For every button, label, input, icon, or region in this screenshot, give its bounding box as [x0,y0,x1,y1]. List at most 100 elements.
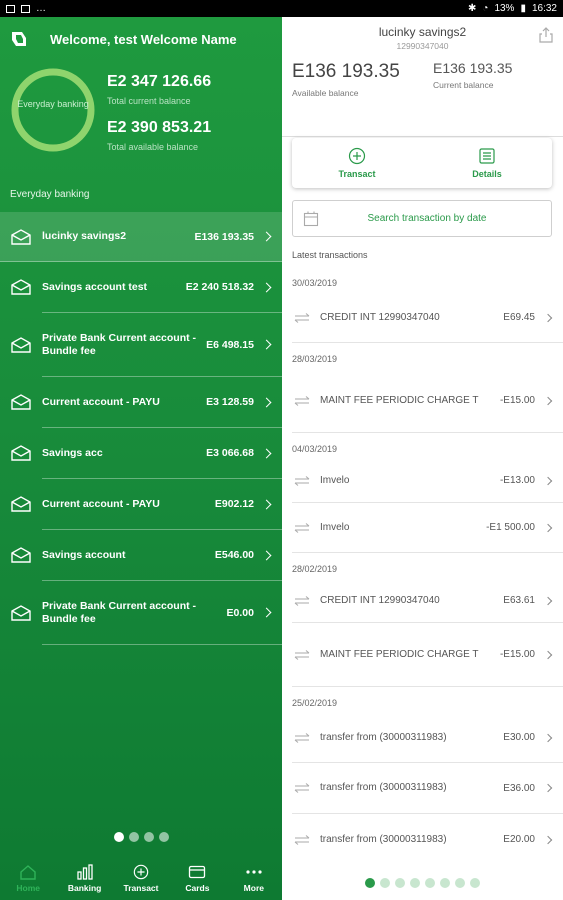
transaction-amount: E63.61 [503,595,535,606]
nav-cards[interactable]: Cards [169,857,225,900]
more-dots-icon [246,870,262,874]
chevron-right-icon [261,282,272,292]
transaction-description: CREDIT INT 12990347040 [320,311,440,323]
chevron-right-icon [543,313,553,322]
account-name: Current account - PAYU [42,395,160,408]
bank-logo-icon [12,32,26,46]
account-amount: E3 066.68 [206,447,254,459]
share-icon[interactable] [539,27,553,43]
transfer-arrows-icon [294,475,310,486]
transaction-row[interactable]: Imvelo -E1 500.00 [292,503,563,553]
clock: 16:32 [531,3,557,14]
chevron-right-icon [543,835,553,844]
transfer-arrows-icon [294,649,310,660]
close-box-icon [21,4,30,13]
account-amount: E136 193.35 [194,230,254,243]
account-item[interactable]: lucinky savings2 E136 193.35 [0,212,282,262]
transaction-description: Imvelo [320,521,350,533]
transaction-list: 30/03/2019 CREDIT INT 12990347040 E69.45… [282,267,563,865]
everyday-banking-ring[interactable] [10,67,96,153]
transfer-arrows-icon [294,834,310,845]
transaction-description: CREDIT INT 12990347040 [320,594,440,606]
pager-dot[interactable] [455,878,465,888]
wallet-icon [11,228,31,245]
pager-dot[interactable] [410,878,420,888]
pager-dot[interactable] [470,878,480,888]
search-by-date-button[interactable]: Search transaction by date [292,200,552,237]
transaction-row[interactable]: MAINT FEE PERIODIC CHARGE T -E15.00 [292,369,563,433]
balance-summary: Everyday banking E2 347 126.66 Total cur… [0,61,282,191]
account-item[interactable]: Private Bank Current account - Bundle fe… [11,313,282,377]
chevron-right-icon [261,607,272,618]
transaction-amount: -E15.00 [499,649,535,660]
pager-dot[interactable] [365,878,375,888]
latest-transactions-title: Latest transactions [292,250,368,260]
battery-percent: 13% [494,3,515,14]
nav-label: Cards [185,883,210,893]
nav-label: Banking [67,883,102,893]
pager-dot[interactable] [113,832,124,842]
transact-button[interactable]: Transact [292,138,422,188]
transaction-row[interactable]: CREDIT INT 12990347040 E63.61 [292,579,563,623]
ring-label: Everyday banking [17,99,89,109]
account-item[interactable]: Current account - PAYU E902.12 [11,479,282,530]
date-header: 25/02/2019 [292,698,338,708]
account-item[interactable]: Private Bank Current account - Bundle fe… [11,581,282,645]
account-amount: E2 240 518.32 [185,281,254,293]
account-name: Current account - PAYU [42,497,160,510]
transfer-arrows-icon [294,595,310,606]
account-item[interactable]: Savings account E546.00 [11,530,282,581]
date-header: 28/03/2019 [292,354,338,364]
transaction-description: transfer from (30000311983) [320,833,447,845]
account-pager [0,832,282,842]
transaction-amount: E20.00 [503,834,535,845]
pager-dot[interactable] [395,878,405,888]
account-item[interactable]: Savings account test E2 240 518.32 [11,262,282,313]
transfer-arrows-icon [294,395,310,406]
transaction-row[interactable]: transfer from (30000311983) E36.00 [292,763,563,814]
account-item[interactable]: Savings acc E3 066.68 [11,428,282,479]
total-current-label: Total current balance [107,96,191,106]
wallet-icon [11,279,31,295]
transaction-description: MAINT FEE PERIODIC CHARGE T [320,394,479,406]
pager-dot[interactable] [128,832,139,842]
pager-dot[interactable] [425,878,435,888]
details-button[interactable]: Details [422,138,552,188]
chevron-right-icon [261,339,272,350]
nav-more[interactable]: More [226,857,282,900]
chevron-right-icon [543,733,553,742]
account-item[interactable]: Current account - PAYU E3 128.59 [11,377,282,428]
account-name: Private Bank Current account - Bundle fe… [42,331,197,357]
transaction-row[interactable]: Imvelo -E13.00 [292,459,563,503]
chevron-right-icon [543,476,553,485]
chevron-right-icon [543,523,553,532]
nav-banking[interactable]: Banking [56,857,112,900]
pager-dot[interactable] [380,878,390,888]
transaction-row[interactable]: MAINT FEE PERIODIC CHARGE T -E15.00 [292,623,563,687]
plus-circle-icon [348,147,366,165]
transaction-row[interactable]: transfer from (30000311983) E30.00 [292,713,563,763]
plus-circle-icon [133,864,149,880]
transaction-amount: -E15.00 [499,395,535,406]
app-header: Welcome, test Welcome Name [0,17,282,61]
transaction-description: Imvelo [320,474,350,486]
transaction-amount: E36.00 [503,782,535,794]
transaction-amount: E30.00 [503,732,535,743]
transaction-description: MAINT FEE PERIODIC CHARGE T [320,648,479,660]
card-icon [189,865,206,879]
pager-dot[interactable] [440,878,450,888]
transfer-arrows-icon [294,522,310,533]
nav-home[interactable]: Home [0,857,56,900]
transaction-row[interactable]: transfer from (30000311983) E20.00 [292,814,563,865]
chevron-right-icon [543,596,553,605]
chevron-right-icon [543,650,553,659]
chevron-right-icon [261,231,272,242]
transaction-row[interactable]: CREDIT INT 12990347040 E69.45 [292,293,563,343]
account-name: Private Bank Current account - Bundle fe… [42,599,197,625]
pager-dot[interactable] [158,832,169,842]
chevron-right-icon [543,783,553,793]
pager-dot[interactable] [143,832,154,842]
date-header: 04/03/2019 [292,444,338,454]
nav-transact[interactable]: Transact [113,857,169,900]
search-label: Search transaction by date [367,213,487,224]
